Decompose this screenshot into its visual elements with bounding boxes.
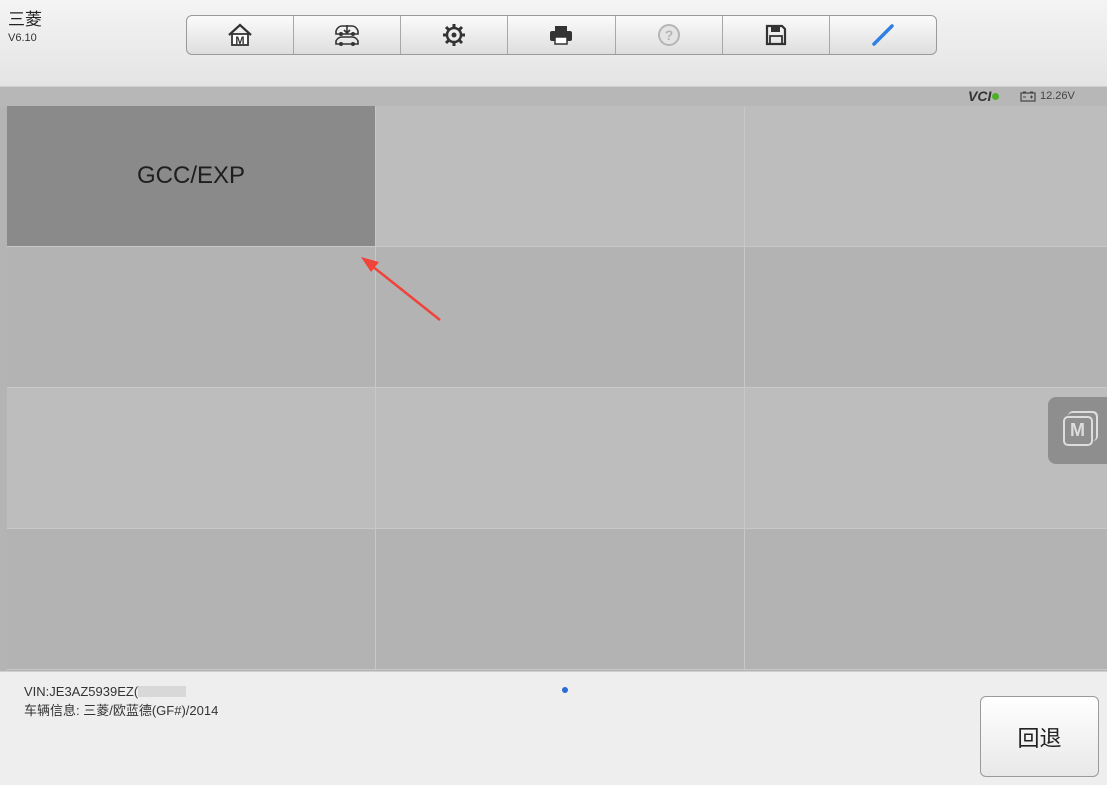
- menu-cell[interactable]: [376, 247, 745, 388]
- vin-redaction: [138, 686, 187, 697]
- menu-cell[interactable]: [7, 529, 376, 670]
- save-icon: [765, 24, 786, 46]
- save-button[interactable]: [723, 16, 830, 54]
- battery-status: 12.26V: [1020, 90, 1075, 102]
- settings-button[interactable]: [401, 16, 509, 54]
- menu-cell[interactable]: [7, 247, 376, 388]
- home-button[interactable]: M: [187, 16, 295, 54]
- car-download-icon: [335, 25, 360, 46]
- menu-grid: GCC/EXP: [7, 106, 1107, 671]
- vci-connected-icon: [992, 93, 1000, 100]
- vin-text: VIN:JE3AZ5939EZ(: [24, 684, 139, 699]
- menu-cell[interactable]: [745, 247, 1107, 388]
- brand: 三菱 V6.10: [8, 10, 42, 44]
- menu-cell[interactable]: [376, 106, 745, 247]
- toolbar: M ?: [186, 15, 937, 55]
- brand-name: 三菱: [8, 10, 42, 30]
- vehicle-info: VIN:JE3AZ5939EZ( 车辆信息: 三菱/欧蓝德(GF#)/2014: [24, 682, 218, 720]
- vehicle-button[interactable]: [294, 16, 402, 54]
- status-bar: VCI 12.26V: [0, 86, 1107, 107]
- vci-label: VCI: [968, 88, 992, 104]
- print-button[interactable]: [508, 16, 616, 54]
- page-indicator: [562, 687, 568, 693]
- home-m-icon: M: [228, 23, 252, 47]
- footer: VIN:JE3AZ5939EZ( 车辆信息: 三菱/欧蓝德(GF#)/2014 …: [0, 671, 1107, 785]
- vehicle-info-text: 车辆信息: 三菱/欧蓝德(GF#)/2014: [24, 703, 219, 718]
- menu-cell[interactable]: [376, 388, 745, 529]
- floating-menu-button[interactable]: M: [1048, 397, 1107, 464]
- help-icon: ?: [657, 24, 680, 46]
- svg-text:?: ?: [664, 27, 673, 43]
- menu-cell[interactable]: [7, 388, 376, 529]
- printer-icon: [550, 26, 573, 45]
- menu-cell-label: GCC/EXP: [136, 162, 246, 189]
- battery-icon: [1020, 91, 1036, 102]
- menu-cell[interactable]: [745, 106, 1107, 247]
- help-button[interactable]: ?: [616, 16, 723, 54]
- menu-cell[interactable]: [745, 529, 1107, 670]
- back-button[interactable]: 回退: [980, 696, 1099, 777]
- svg-text:M: M: [235, 35, 244, 47]
- menu-cell[interactable]: [376, 529, 745, 670]
- menu-cell-gcc-exp[interactable]: GCC/EXP: [7, 106, 376, 247]
- voltage-value: 12.26V: [1040, 90, 1075, 102]
- gear-icon: [443, 24, 466, 46]
- m-icon: M: [1062, 415, 1093, 446]
- top-bar: 三菱 V6.10 M ?: [0, 0, 1107, 86]
- vci-status: VCI: [968, 88, 1000, 104]
- version-label: V6.10: [8, 32, 37, 44]
- edit-button[interactable]: [830, 16, 936, 54]
- pencil-icon: [872, 24, 894, 46]
